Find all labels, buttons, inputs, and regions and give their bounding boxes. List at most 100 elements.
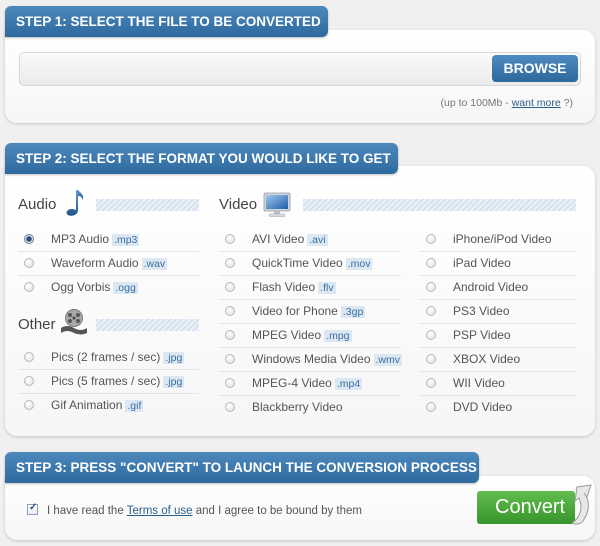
format-name: Ogg Vorbis [51, 280, 111, 294]
format-radio[interactable] [24, 258, 34, 268]
format-radio[interactable] [426, 354, 436, 364]
format-radio[interactable] [225, 402, 235, 412]
format-name: Waveform Audio [51, 256, 139, 270]
format-option[interactable]: Flash Video .flv [219, 276, 401, 300]
convert-button[interactable]: Convert [477, 484, 592, 525]
terms-of-use-link[interactable]: Terms of use [127, 505, 193, 517]
format-name: AVI Video [252, 232, 305, 246]
format-name: Windows Media Video [252, 352, 371, 366]
want-more-link[interactable]: want more [512, 97, 561, 109]
format-option[interactable]: PS3 Video [420, 300, 576, 324]
format-option[interactable]: XBOX Video [420, 348, 576, 372]
format-extension-badge: .jpg [163, 352, 185, 364]
format-label: Blackberry Video [252, 396, 343, 418]
format-label: MP3 Audio .mp3 [51, 228, 140, 251]
format-label: Windows Media Video .wmv [252, 348, 403, 371]
format-label: MPEG Video .mpg [252, 324, 352, 347]
browse-button[interactable]: BROWSE [492, 55, 578, 82]
file-path-input[interactable]: BROWSE [19, 52, 581, 86]
format-option[interactable]: Windows Media Video .wmv [219, 348, 403, 372]
format-option[interactable]: DVD Video [420, 396, 576, 420]
format-radio[interactable] [225, 306, 235, 316]
audio-section-title: Audio [18, 196, 57, 213]
format-option[interactable]: QuickTime Video .mov [219, 252, 401, 276]
format-label: Ogg Vorbis .ogg [51, 276, 138, 299]
format-option[interactable]: Pics (5 frames / sec) .jpg [18, 370, 199, 394]
format-name: iPad Video [453, 256, 511, 270]
format-name: iPhone/iPod Video [453, 232, 552, 246]
format-radio[interactable] [426, 234, 436, 244]
format-name: Android Video [453, 280, 529, 294]
format-name: QuickTime Video [252, 256, 343, 270]
format-label: AVI Video .avi [252, 228, 328, 251]
format-label: Gif Animation .gif [51, 394, 144, 417]
format-option[interactable]: MP3 Audio .mp3 [18, 228, 199, 252]
monitor-icon [263, 192, 291, 217]
format-radio[interactable] [24, 352, 34, 362]
film-reel-icon [61, 309, 87, 335]
format-radio[interactable] [426, 378, 436, 388]
format-radio[interactable] [426, 402, 436, 412]
terms-agreement: I have read the Terms of use and I agree… [27, 502, 362, 517]
format-name: PSP Video [453, 328, 511, 342]
limit-suffix: ?) [560, 97, 573, 109]
format-option[interactable]: iPhone/iPod Video [420, 228, 576, 252]
agree-checkbox[interactable] [27, 502, 38, 515]
video-section-title: Video [219, 196, 258, 213]
format-extension-badge: .wav [141, 258, 168, 270]
format-label: XBOX Video [453, 348, 520, 370]
format-radio[interactable] [225, 258, 235, 268]
other-divider [96, 319, 199, 331]
format-option[interactable]: iPad Video [420, 252, 576, 276]
format-label: PSP Video [453, 324, 511, 346]
format-extension-badge: .avi [307, 234, 328, 246]
format-radio[interactable] [24, 234, 34, 244]
format-option[interactable]: Video for Phone .3gp [219, 300, 401, 324]
format-name: Gif Animation [51, 398, 123, 412]
format-label: Video for Phone .3gp [252, 300, 366, 323]
format-option[interactable]: Blackberry Video [219, 396, 401, 420]
format-radio[interactable] [426, 282, 436, 292]
format-option[interactable]: Pics (2 frames / sec) .jpg [18, 346, 199, 370]
format-extension-badge: .ogg [113, 282, 138, 294]
format-extension-badge: .flv [318, 282, 336, 294]
format-option[interactable]: Gif Animation .gif [18, 394, 199, 418]
step2-panel: Audio MP3 Audio .mp3 Waveform Audio .wav Ogg… [5, 166, 595, 436]
format-option[interactable]: Ogg Vorbis .ogg [18, 276, 199, 300]
format-option[interactable]: Android Video [420, 276, 576, 300]
format-option[interactable]: PSP Video [420, 324, 576, 348]
format-label: QuickTime Video .mov [252, 252, 373, 275]
format-radio[interactable] [24, 400, 34, 410]
format-name: XBOX Video [453, 352, 521, 366]
format-radio[interactable] [225, 234, 235, 244]
format-name: PS3 Video [453, 304, 510, 318]
format-extension-badge: .mp4 [334, 378, 363, 390]
step2-header: STEP 2: SELECT THE FORMAT YOU WOULD LIKE… [5, 143, 398, 174]
format-radio[interactable] [426, 258, 436, 268]
format-option[interactable]: Waveform Audio .wav [18, 252, 199, 276]
format-label: WII Video [453, 372, 505, 394]
agree-suffix: and I agree to be bound by them [192, 505, 362, 517]
format-radio[interactable] [225, 282, 235, 292]
format-option[interactable]: MPEG-4 Video .mp4 [219, 372, 401, 396]
format-radio[interactable] [24, 282, 34, 292]
format-name: Pics (2 frames / sec) [51, 350, 161, 364]
format-label: PS3 Video [453, 300, 510, 322]
upload-limit-note: (up to 100Mb - want more ?) [441, 97, 574, 109]
audio-divider [96, 199, 199, 211]
format-option[interactable]: AVI Video .avi [219, 228, 401, 252]
format-extension-badge: .mov [345, 258, 373, 270]
format-radio[interactable] [225, 330, 235, 340]
video-divider [303, 199, 576, 211]
format-extension-badge: .gif [125, 400, 144, 412]
format-radio[interactable] [225, 354, 235, 364]
format-radio[interactable] [426, 330, 436, 340]
format-name: MPEG-4 Video [252, 376, 332, 390]
format-option[interactable]: WII Video [420, 372, 576, 396]
step3-header: STEP 3: PRESS "CONVERT" TO LAUNCH THE CO… [5, 452, 479, 483]
format-option[interactable]: MPEG Video .mpg [219, 324, 401, 348]
format-radio[interactable] [426, 306, 436, 316]
format-name: Blackberry Video [252, 400, 343, 414]
format-radio[interactable] [225, 378, 235, 388]
format-radio[interactable] [24, 376, 34, 386]
